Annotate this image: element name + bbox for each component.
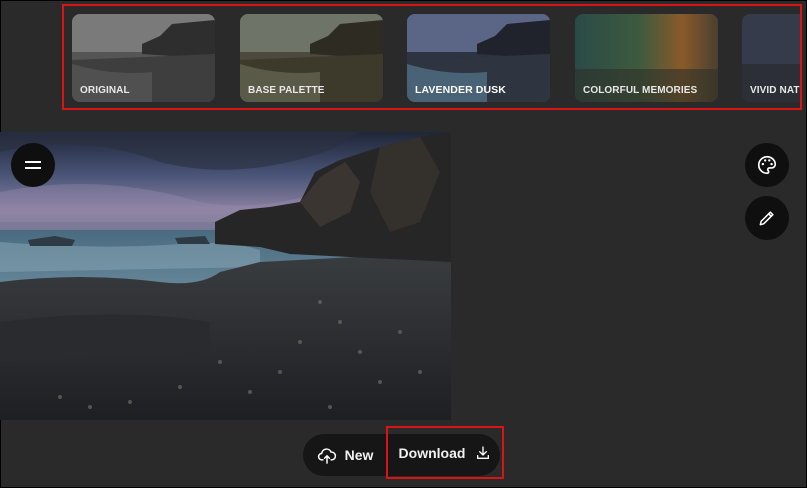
filter-label: LAVENDER DUSK [415,84,506,96]
new-button-label: New [344,447,374,463]
palette-button[interactable] [745,143,789,187]
menu-button[interactable] [11,143,55,187]
palette-icon [758,155,777,175]
filter-thumb-vivid-nature[interactable]: VIVID NATURE [742,14,800,102]
filter-thumb-base-palette[interactable]: BASE PALETTE [240,14,383,102]
pencil-icon [759,211,774,226]
filter-strip: ORIGINAL BASE PALETTE LAVENDER DUSK COLO… [62,4,802,110]
main-photo [0,132,451,420]
filter-label: BASE PALETTE [248,85,325,96]
edit-button[interactable] [745,196,789,240]
filter-thumb-colorful-memories[interactable]: COLORFUL MEMORIES [575,14,718,102]
filter-label: ORIGINAL [80,85,130,96]
cloud-upload-icon [317,448,336,464]
filter-thumb-lavender-dusk[interactable]: LAVENDER DUSK [407,14,550,102]
filter-label: COLORFUL MEMORIES [583,85,698,96]
download-button-label: Download [398,444,466,461]
filter-thumb-original[interactable]: ORIGINAL [72,14,215,102]
new-button[interactable]: New [303,434,387,476]
seascape-image [0,132,451,420]
download-button[interactable]: Download [386,426,504,479]
download-icon [477,445,490,459]
hamburger-icon [25,161,41,169]
filter-label: VIVID NATURE [750,85,800,96]
